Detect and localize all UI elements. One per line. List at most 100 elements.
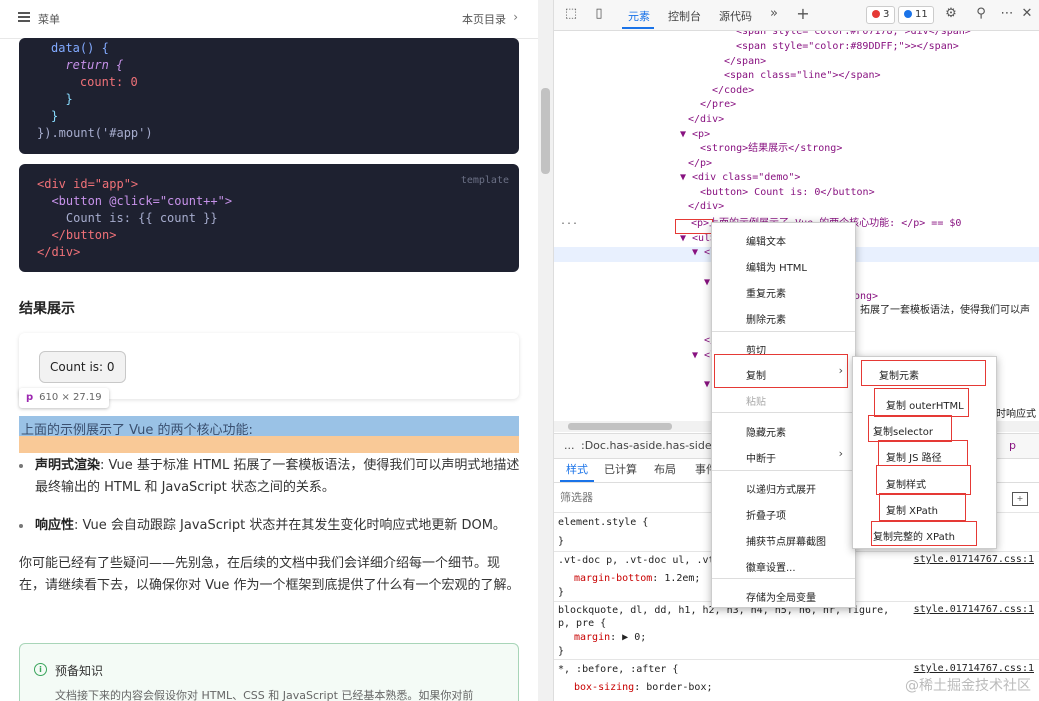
dom-node[interactable]: </code> bbox=[712, 84, 754, 99]
doc-scrollbar-thumb[interactable] bbox=[541, 88, 550, 174]
dom-text[interactable]: 时响应式 bbox=[996, 408, 1036, 421]
menu-separator bbox=[712, 470, 855, 471]
menu-separator bbox=[712, 331, 855, 332]
count-button[interactable]: Count is: 0 bbox=[39, 351, 126, 383]
code-line: } bbox=[51, 92, 73, 106]
devtools-toolbar: ⬚ ▯ 元素 控制台 源代码 » + 3 11 ⚙ ⚲ ⋯ ✕ bbox=[554, 0, 1039, 31]
css-rule[interactable]: element.style { bbox=[558, 516, 648, 530]
dom-horizontal-scrollbar-thumb[interactable] bbox=[568, 423, 672, 430]
menu-item-delete[interactable]: 删除元素 bbox=[746, 311, 786, 326]
code-line: </div> bbox=[37, 245, 81, 259]
tab-computed[interactable]: 已计算 bbox=[604, 458, 637, 482]
breadcrumb-item-p[interactable]: p bbox=[1009, 434, 1016, 458]
menu-button[interactable]: 菜单 bbox=[38, 11, 60, 27]
node-ellipsis[interactable]: ... bbox=[560, 215, 578, 230]
dom-node[interactable]: <span class="line"></span> bbox=[724, 69, 881, 84]
css-property[interactable]: box-sizing: border-box; bbox=[574, 681, 713, 695]
chevron-right-icon: › bbox=[838, 447, 843, 460]
annotation-box-copy-xpath bbox=[879, 493, 966, 521]
inspect-tooltip: p 610 × 27.19 bbox=[19, 388, 109, 408]
bullet-bold: 响应性 bbox=[35, 518, 75, 533]
breadcrumb-overflow[interactable]: ... bbox=[564, 434, 575, 458]
tab-sources[interactable]: 源代码 bbox=[719, 8, 752, 24]
dom-node[interactable]: <span style="color:#F07178;">div</span> bbox=[736, 31, 971, 40]
menu-item-capture-screenshot[interactable]: 捕获节点屏幕截图 bbox=[746, 533, 826, 548]
css-rule-close: } bbox=[558, 646, 565, 657]
people-icon[interactable]: ⚲ bbox=[974, 7, 988, 21]
device-toolbar-icon[interactable]: ▯ bbox=[592, 7, 606, 21]
toc-button[interactable]: 本页目录 bbox=[462, 11, 506, 27]
error-badge[interactable]: 3 bbox=[866, 6, 896, 24]
dom-node[interactable]: </div> bbox=[688, 200, 724, 215]
menu-item-expand-recursively[interactable]: 以递归方式展开 bbox=[746, 481, 816, 496]
menu-item-edit-text[interactable]: 编辑文本 bbox=[746, 233, 786, 248]
message-badge[interactable]: 11 bbox=[898, 6, 934, 24]
menu-item-collapse-children[interactable]: 折叠子项 bbox=[746, 507, 786, 522]
menu-item-paste[interactable]: 粘贴 bbox=[746, 393, 766, 408]
menu-item-store-global[interactable]: 存储为全局变量 bbox=[746, 589, 816, 604]
styles-filter-input[interactable] bbox=[560, 491, 680, 504]
dom-node[interactable]: </pre> bbox=[700, 98, 736, 113]
menu-item-badge-settings[interactable]: 徽章设置... bbox=[746, 559, 796, 574]
menu-item-hide[interactable]: 隐藏元素 bbox=[746, 424, 786, 439]
tip-box: i 预备知识 文档接下来的内容会假设你对 HTML、CSS 和 JavaScri… bbox=[19, 643, 519, 701]
code-line: } bbox=[51, 109, 59, 123]
tip-title: 预备知识 bbox=[55, 664, 104, 678]
css-rule-close: } bbox=[558, 587, 565, 598]
annotation-box-copy-selector bbox=[868, 415, 952, 442]
dom-node[interactable]: ▼ <div class="demo"> bbox=[680, 171, 800, 186]
css-source-link[interactable]: style.01714767.css:1 bbox=[914, 554, 1034, 565]
gear-icon[interactable]: ⚙ bbox=[944, 7, 958, 21]
add-tab-icon[interactable]: + bbox=[796, 6, 810, 22]
annotation-box-p bbox=[675, 219, 713, 234]
tip-body: 文档接下来的内容会假设你对 HTML、CSS 和 JavaScript 已经基本… bbox=[55, 689, 474, 701]
dom-node[interactable]: <button> Count is: 0</button> bbox=[700, 186, 875, 201]
dom-node[interactable]: </span> bbox=[724, 55, 766, 70]
menu-separator bbox=[712, 412, 855, 413]
css-property[interactable]: margin: ▶ 0; bbox=[574, 631, 646, 645]
menu-icon[interactable] bbox=[18, 12, 30, 22]
dom-node[interactable]: ong> bbox=[854, 290, 878, 305]
dom-node[interactable]: <span style="color:#89DDFF;">></span> bbox=[736, 40, 959, 55]
css-source-link[interactable]: style.01714767.css:1 bbox=[914, 604, 1034, 615]
doc-topbar: 菜单 本页目录 › bbox=[0, 0, 538, 39]
annotation-box-copy bbox=[714, 354, 848, 388]
new-style-rule-icon[interactable]: + bbox=[1012, 492, 1028, 506]
menu-item-break-on[interactable]: 中断于 bbox=[746, 450, 776, 465]
css-source-link[interactable]: style.01714767.css:1 bbox=[914, 663, 1034, 674]
tab-elements[interactable]: 元素 bbox=[628, 8, 650, 24]
css-property[interactable]: margin-bottom: 1.2em; bbox=[574, 572, 700, 586]
more-options-icon[interactable]: ⋯ bbox=[1000, 7, 1014, 21]
close-icon[interactable]: ✕ bbox=[1020, 7, 1034, 21]
inspect-highlight-margin bbox=[19, 436, 519, 453]
error-icon bbox=[872, 10, 880, 18]
dom-node[interactable]: </p> bbox=[688, 157, 712, 172]
css-rule-selector[interactable]: p, pre { bbox=[558, 617, 606, 631]
dom-node[interactable]: </div> bbox=[688, 113, 724, 128]
info-icon: i bbox=[34, 663, 47, 676]
code-block-template: template <div id="app"> <button @click="… bbox=[19, 164, 519, 272]
menu-item-duplicate[interactable]: 重复元素 bbox=[746, 285, 786, 300]
code-line: }).mount('#app') bbox=[37, 126, 153, 140]
bullet-text: : Vue 会自动跟踪 JavaScript 状态并在其发生变化时响应式地更新 … bbox=[74, 518, 506, 533]
dom-text[interactable]: 拓展了一套模板语法，使得我们可以声 bbox=[860, 304, 1030, 319]
paragraph: 你可能已经有了些疑问——先别急，在后续的文档中我们会详细介绍每一个细节。现在，请… bbox=[19, 556, 520, 593]
dom-node[interactable]: ▼ bbox=[704, 378, 710, 393]
inspect-element-icon[interactable]: ⬚ bbox=[564, 7, 578, 21]
css-rule[interactable]: .vt-doc p, .vt-doc ul, .vt bbox=[558, 554, 715, 568]
dom-node[interactable]: <strong>结果展示</strong> bbox=[700, 142, 842, 157]
chevron-right-icon[interactable]: › bbox=[513, 10, 518, 24]
menu-item-edit-html[interactable]: 编辑为 HTML bbox=[746, 259, 807, 274]
dom-node[interactable]: ▼ <p> bbox=[680, 128, 710, 143]
code-line: return { bbox=[51, 58, 124, 72]
css-rule[interactable]: *, :before, :after { bbox=[558, 663, 678, 677]
rule-divider bbox=[554, 659, 1039, 660]
code-line: data() { bbox=[51, 41, 109, 55]
dom-node[interactable]: ▼ bbox=[704, 276, 710, 291]
tab-console[interactable]: 控制台 bbox=[668, 8, 701, 24]
more-tabs-icon[interactable]: » bbox=[767, 7, 781, 21]
tab-styles[interactable]: 样式 bbox=[566, 458, 588, 482]
tab-layout[interactable]: 布局 bbox=[654, 458, 676, 482]
breadcrumb-item[interactable]: :Doc.has-aside.has-sidebar bbox=[581, 434, 730, 458]
tab-styles-underline bbox=[560, 480, 594, 482]
